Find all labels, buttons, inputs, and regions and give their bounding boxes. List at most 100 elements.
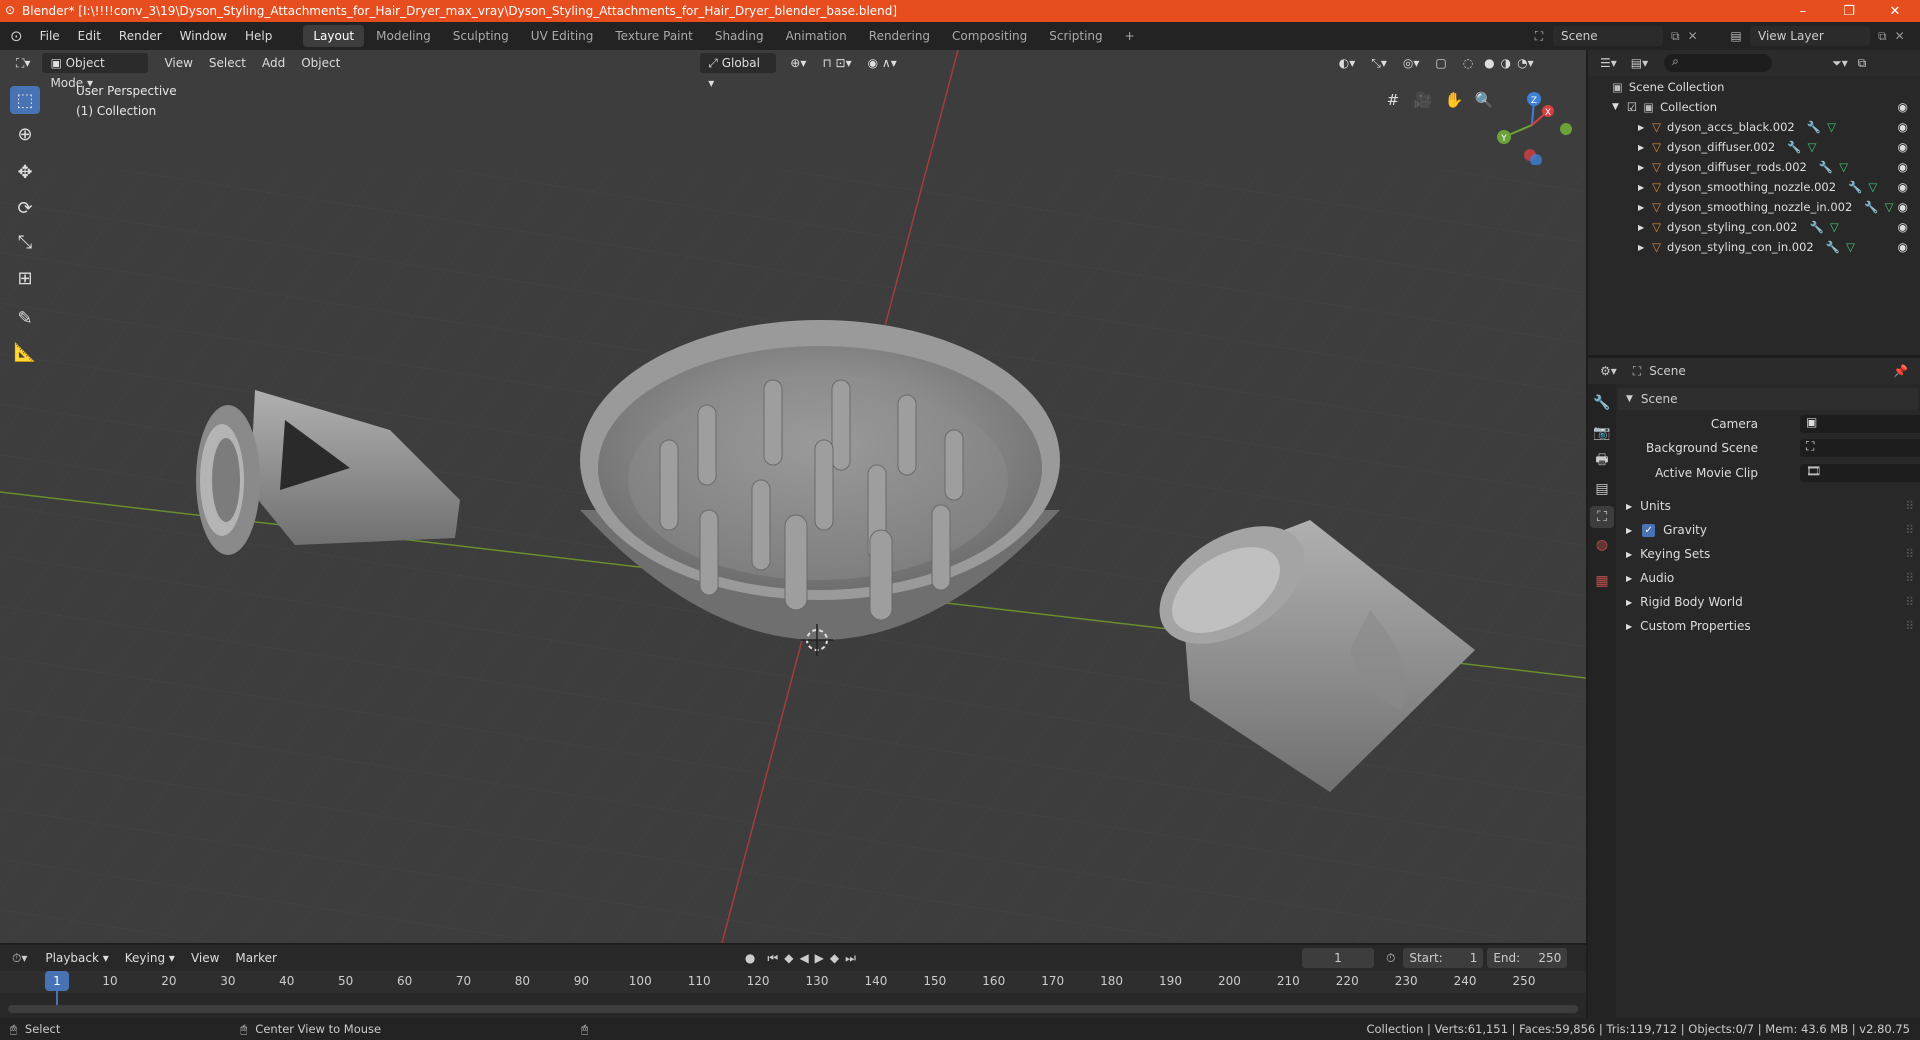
menu-edit[interactable]: Edit: [69, 22, 110, 50]
pivot-point-icon[interactable]: ⊕▾: [782, 53, 814, 73]
menu-file[interactable]: File: [31, 22, 69, 50]
visibility-eye-icon[interactable]: ◉: [1898, 180, 1908, 194]
mesh-data-icon[interactable]: ▽: [1830, 220, 1839, 234]
tool-tab-icon[interactable]: 🔧: [1590, 392, 1614, 414]
mesh-data-icon[interactable]: ▽: [1885, 200, 1894, 214]
outliner-row-scene-collection[interactable]: ▣ Scene Collection: [1588, 77, 1920, 97]
view-layer-selector[interactable]: ▤ View Layer ⧉ ✕: [1722, 25, 1918, 47]
mesh-data-icon[interactable]: ▽: [1868, 180, 1877, 194]
visibility-eye-icon[interactable]: ◉: [1898, 160, 1908, 174]
menu-help[interactable]: Help: [236, 22, 281, 50]
outliner-object-row[interactable]: ▶ ▽ dyson_smoothing_nozzle_in.002 🔧 ▽ ◉: [1588, 197, 1920, 217]
outliner-object-row[interactable]: ▶ ▽ dyson_smoothing_nozzle.002 🔧 ▽ ◉: [1588, 177, 1920, 197]
camera-field[interactable]: ▣✎: [1800, 415, 1920, 433]
scale-tool[interactable]: ⤡: [10, 228, 40, 256]
visibility-eye-icon[interactable]: ◉: [1898, 200, 1908, 214]
modifier-icon[interactable]: 🔧: [1819, 160, 1833, 174]
transform-orientation[interactable]: ⤢ Global ▾: [700, 53, 777, 90]
xray-toggle-icon[interactable]: ▢: [1427, 53, 1454, 73]
tab-uv-editing[interactable]: UV Editing: [521, 25, 604, 47]
scene-panel-header[interactable]: ▼ Scene: [1618, 388, 1918, 410]
modifier-icon[interactable]: 🔧: [1864, 200, 1878, 214]
editor-type-icon[interactable]: ⛶▾: [8, 53, 38, 73]
properties-editor-icon[interactable]: ⚙▾: [1600, 364, 1617, 378]
outliner-editor-icon[interactable]: ☰▾: [1600, 56, 1617, 70]
view-layer-name[interactable]: View Layer: [1750, 26, 1870, 46]
outliner-search-input[interactable]: ⌕: [1664, 54, 1773, 72]
scene-name[interactable]: Scene: [1553, 26, 1663, 46]
3d-viewport[interactable]: ⛶▾ ▣ Object Mode ▾ View Select Add Objec…: [0, 50, 1586, 943]
snap-icon[interactable]: ⊓ ⊡▾: [814, 53, 859, 73]
filter-icon[interactable]: ⏷▾: [1832, 56, 1848, 71]
modifier-icon[interactable]: 🔧: [1787, 140, 1801, 154]
navigation-gizmo[interactable]: Z Y X: [1492, 85, 1572, 165]
expand-icon[interactable]: ▶: [1638, 143, 1644, 152]
visibility-icon[interactable]: ◐▾: [1331, 53, 1364, 73]
modifier-icon[interactable]: 🔧: [1809, 220, 1823, 234]
visibility-eye-icon[interactable]: ◉: [1898, 120, 1908, 134]
tab-modeling[interactable]: Modeling: [366, 25, 441, 47]
mesh-data-icon[interactable]: ▽: [1827, 120, 1836, 134]
tab-layout[interactable]: Layout: [303, 25, 365, 47]
scene-tab-icon[interactable]: ⛶: [1590, 506, 1614, 528]
outliner-object-row[interactable]: ▶ ▽ dyson_styling_con_in.002 🔧 ▽ ◉: [1588, 237, 1920, 257]
properties-section[interactable]: ▶ Keying Sets ⠿: [1618, 542, 1918, 566]
maximize-button[interactable]: ❐: [1826, 0, 1872, 22]
properties-section[interactable]: ▶ ✓ Gravity ⠿: [1618, 518, 1918, 542]
visibility-eye-icon[interactable]: ◉: [1898, 140, 1908, 154]
view-layer-tab-icon[interactable]: ▤: [1590, 478, 1614, 500]
transform-tool[interactable]: ⊞: [10, 264, 40, 292]
shading-wireframe-icon[interactable]: ◌: [1455, 53, 1481, 73]
drag-handle-icon[interactable]: ⠿: [1905, 499, 1914, 513]
minimize-button[interactable]: –: [1780, 0, 1826, 22]
shading-solid-icon[interactable]: ●: [1481, 53, 1497, 73]
new-collection-icon[interactable]: ⧉: [1858, 56, 1867, 71]
viewport-menu-view[interactable]: View: [156, 53, 200, 73]
mode-selector[interactable]: ▣ Object Mode ▾: [42, 53, 149, 90]
add-workspace-button[interactable]: +: [1115, 25, 1145, 47]
tab-animation[interactable]: Animation: [776, 25, 857, 47]
gravity-checkbox[interactable]: ✓: [1642, 523, 1656, 537]
properties-section[interactable]: ▶ Rigid Body World ⠿: [1618, 590, 1918, 614]
render-tab-icon[interactable]: 📷: [1590, 422, 1614, 444]
outliner-row-collection[interactable]: ▼ ☑ ▣ Collection ◉: [1588, 97, 1920, 117]
modifier-icon[interactable]: 🔧: [1848, 180, 1862, 194]
menu-render[interactable]: Render: [110, 22, 171, 50]
toggle-grid-icon[interactable]: #: [1380, 87, 1406, 113]
remove-view-layer-icon[interactable]: ✕: [1895, 29, 1905, 43]
tab-rendering[interactable]: Rendering: [859, 25, 940, 47]
drag-handle-icon[interactable]: ⠿: [1905, 523, 1914, 537]
expand-icon[interactable]: ▶: [1638, 123, 1644, 132]
pan-view-icon[interactable]: ✋: [1441, 87, 1467, 113]
outliner-object-row[interactable]: ▶ ▽ dyson_styling_con.002 🔧 ▽ ◉: [1588, 217, 1920, 237]
rotate-tool[interactable]: ⟳: [10, 194, 40, 222]
viewport-menu-select[interactable]: Select: [201, 53, 254, 73]
tab-compositing[interactable]: Compositing: [942, 25, 1037, 47]
visibility-eye-icon[interactable]: ◉: [1898, 100, 1908, 114]
properties-section[interactable]: ▶ Units ⠿: [1618, 494, 1918, 518]
tab-shading[interactable]: Shading: [705, 25, 774, 47]
drag-handle-icon[interactable]: ⠿: [1905, 571, 1914, 585]
gizmo-toggle-icon[interactable]: ⤡▾: [1363, 53, 1395, 73]
modifier-icon[interactable]: 🔧: [1826, 240, 1840, 254]
outliner-object-row[interactable]: ▶ ▽ dyson_accs_black.002 🔧 ▽ ◉: [1588, 117, 1920, 137]
remove-scene-icon[interactable]: ✕: [1688, 29, 1698, 43]
output-tab-icon[interactable]: 🖶: [1590, 450, 1614, 472]
move-tool[interactable]: ✥: [10, 158, 40, 186]
new-view-layer-icon[interactable]: ⧉: [1878, 29, 1887, 44]
drag-handle-icon[interactable]: ⠿: [1905, 595, 1914, 609]
outliner-object-row[interactable]: ▶ ▽ dyson_diffuser_rods.002 🔧 ▽ ◉: [1588, 157, 1920, 177]
scene-selector[interactable]: ⛶ Scene ⧉ ✕: [1525, 25, 1705, 47]
mesh-data-icon[interactable]: ▽: [1839, 160, 1848, 174]
display-mode-icon[interactable]: ▤▾: [1631, 56, 1648, 70]
visibility-eye-icon[interactable]: ◉: [1898, 240, 1908, 254]
background-scene-field[interactable]: ⛶: [1800, 439, 1920, 457]
drag-handle-icon[interactable]: ⠿: [1905, 547, 1914, 561]
cursor-tool[interactable]: ⊕: [10, 120, 40, 148]
timeline-scrollbar[interactable]: [8, 1005, 1578, 1013]
camera-view-icon[interactable]: 🎥: [1410, 87, 1436, 113]
shading-rendered-icon[interactable]: ◔▾: [1514, 53, 1537, 73]
close-window-button[interactable]: ✕: [1872, 0, 1918, 22]
menu-window[interactable]: Window: [171, 22, 236, 50]
expand-icon[interactable]: ▶: [1638, 163, 1644, 172]
